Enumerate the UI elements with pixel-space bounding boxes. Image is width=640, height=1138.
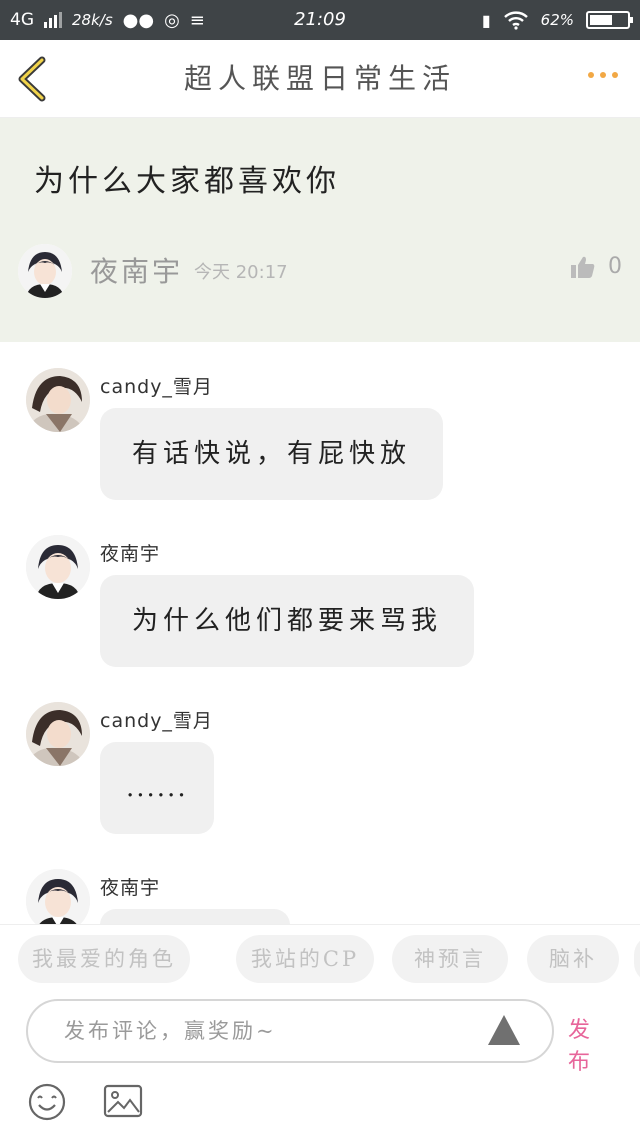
publish-button[interactable]: 发 布 bbox=[568, 1012, 640, 1076]
comment-author[interactable]: candy_雪月 bbox=[100, 372, 213, 399]
more-dot-icon bbox=[612, 72, 618, 78]
comment-author[interactable]: candy_雪月 bbox=[100, 706, 213, 733]
avatar-yenanyu-image bbox=[18, 244, 72, 298]
avatar-yenanyu-image bbox=[26, 535, 90, 599]
more-dot-icon bbox=[600, 72, 606, 78]
tag-chip[interactable]: 我站的CP bbox=[236, 935, 374, 983]
battery-icon bbox=[586, 11, 633, 29]
avatar[interactable] bbox=[26, 535, 90, 599]
post-author-row: 夜南宇 今天 20:17 0 bbox=[18, 244, 622, 300]
more-dot-icon bbox=[588, 72, 594, 78]
comment-author[interactable]: 夜南宇 bbox=[100, 873, 160, 900]
page-title: 超人联盟日常生活 bbox=[183, 62, 456, 95]
topic-tag-bar[interactable]: 我最爱的角色 我站的CP 神预言 脑补 bbox=[0, 924, 640, 992]
thumbs-up-icon bbox=[571, 256, 595, 278]
image-icon[interactable] bbox=[103, 1084, 143, 1118]
comment-bubble[interactable]: ...... bbox=[100, 742, 214, 834]
comment-input[interactable]: 发布评论，赢奖励~ bbox=[26, 999, 554, 1063]
nav-bar: 超人联盟日常生活 bbox=[0, 40, 640, 118]
triangle-icon[interactable] bbox=[488, 1015, 520, 1045]
like-button[interactable]: 0 bbox=[570, 254, 622, 279]
post-timestamp: 今天 20:17 bbox=[194, 262, 288, 283]
avatar-candy-image bbox=[26, 702, 90, 766]
avatar-yenanyu-image bbox=[26, 869, 90, 924]
wifi-icon bbox=[503, 11, 528, 30]
bottom-toolbar bbox=[0, 1072, 640, 1138]
comment-input-row: 发布评论，赢奖励~ 发 布 bbox=[0, 992, 640, 1075]
like-count: 0 bbox=[608, 254, 622, 279]
tag-chip[interactable]: 脑补 bbox=[527, 935, 619, 983]
battery-percent: 62% bbox=[540, 11, 574, 29]
comment-bubble[interactable]: 有话快说，有屁快放 bbox=[100, 408, 444, 500]
post-text: 为什么大家都喜欢你 bbox=[34, 164, 340, 199]
emoji-icon[interactable] bbox=[27, 1082, 67, 1122]
comment-list[interactable]: candy_雪月 有话快说，有屁快放 夜南宇 为什么他们都要来骂我 candy_… bbox=[0, 342, 640, 924]
tag-chip[interactable]: 神预言 bbox=[392, 935, 508, 983]
charging-icon: ▮ bbox=[481, 10, 491, 30]
avatar[interactable] bbox=[26, 702, 90, 766]
avatar[interactable] bbox=[18, 244, 72, 298]
comment-bubble[interactable] bbox=[100, 909, 290, 924]
avatar[interactable] bbox=[26, 869, 90, 924]
comment-input-placeholder: 发布评论，赢奖励~ bbox=[64, 1019, 277, 1043]
status-bar: 4G 28k/s ●● ◎ ≡ 21:09 ▮ 62% bbox=[0, 0, 640, 40]
avatar-candy-image bbox=[26, 368, 90, 432]
post-author[interactable]: 夜南宇 bbox=[90, 250, 183, 290]
more-options-button[interactable] bbox=[588, 72, 618, 78]
tag-chip[interactable]: 我最爱的角色 bbox=[18, 935, 190, 983]
avatar[interactable] bbox=[26, 368, 90, 432]
tag-chip-partial[interactable] bbox=[634, 935, 640, 983]
comment-bubble[interactable]: 为什么他们都要来骂我 bbox=[100, 575, 475, 667]
comment-author[interactable]: 夜南宇 bbox=[100, 539, 160, 566]
post-header: 为什么大家都喜欢你 夜南宇 今天 20:17 0 bbox=[0, 118, 640, 342]
